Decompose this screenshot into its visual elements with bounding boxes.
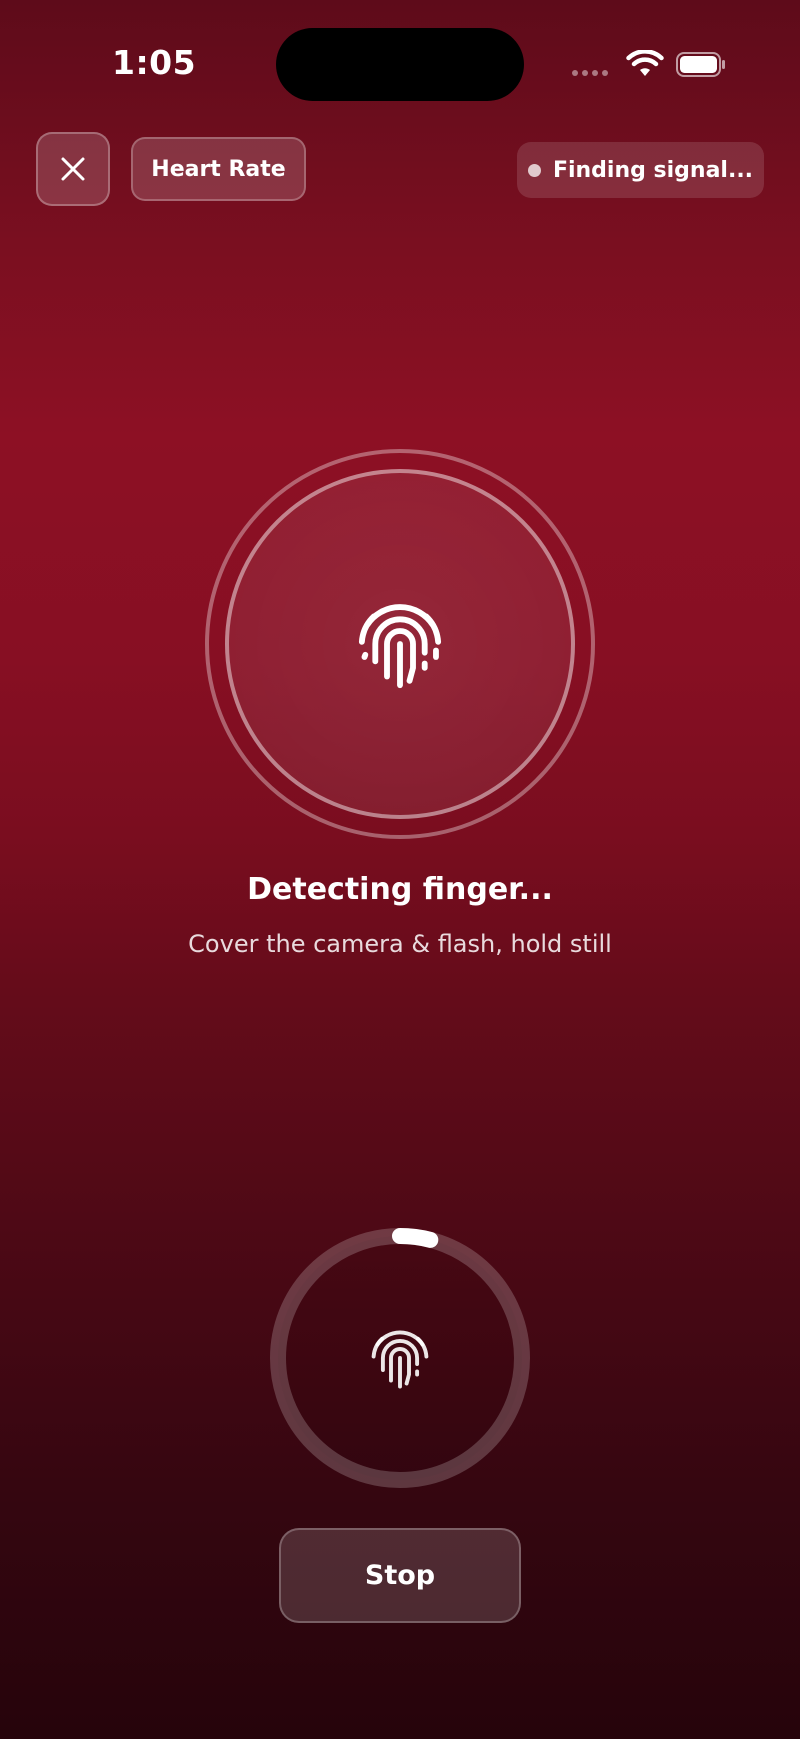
signal-status-pill: Finding signal... [517, 142, 764, 198]
measurement-title-pill: Heart Rate [131, 137, 306, 201]
status-bar-time: 1:05 [112, 43, 197, 82]
battery-icon [676, 52, 725, 77]
signal-status-dot [527, 163, 541, 177]
cellular-signal-icon [572, 70, 612, 78]
signal-status-text: Finding signal... [552, 157, 754, 183]
stop-button-label: Stop [364, 1560, 436, 1591]
wifi-icon [626, 50, 664, 76]
instruction-text: Cover the camera & flash, hold still [188, 930, 612, 958]
close-icon [61, 157, 85, 181]
fingerprint-small-icon [371, 1330, 429, 1389]
sensor-circle [225, 469, 575, 819]
measurement-title: Heart Rate [151, 156, 286, 182]
stop-button[interactable]: Stop [279, 1528, 521, 1623]
dynamic-island [276, 28, 524, 101]
close-button[interactable] [36, 132, 110, 206]
detecting-headline: Detecting finger... [247, 872, 553, 907]
fingerprint-icon [358, 604, 442, 689]
